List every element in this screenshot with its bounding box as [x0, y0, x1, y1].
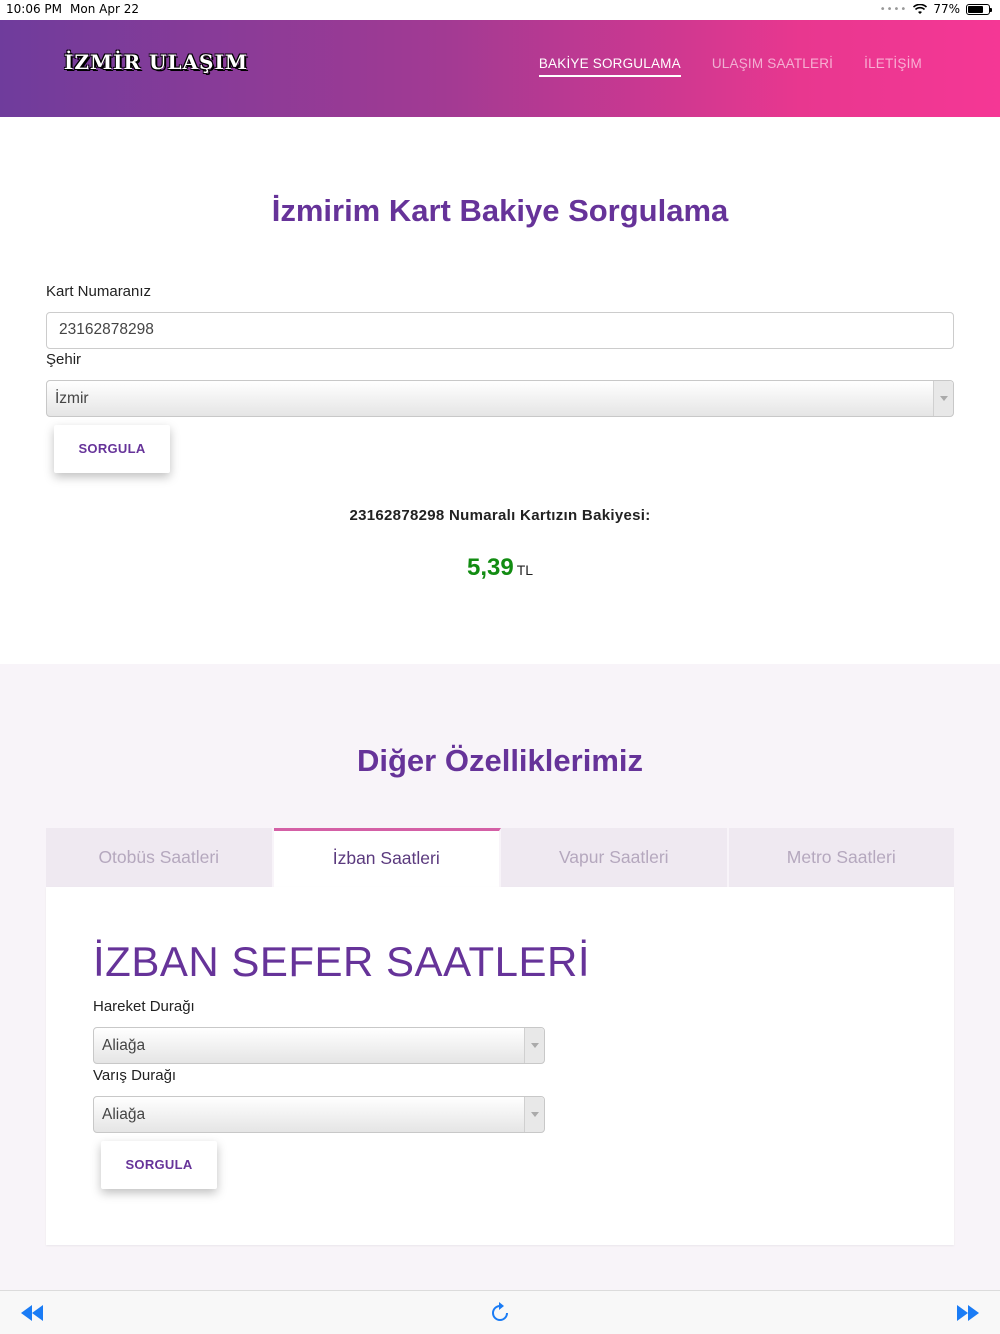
wifi-icon — [913, 3, 928, 14]
arrival-stop-label: Varış Durağı — [93, 1067, 177, 1084]
battery-percent: 77% — [933, 2, 960, 16]
tab-bus-times[interactable]: Otobüs Saatleri — [46, 828, 274, 887]
city-select-value: İzmir — [55, 390, 89, 407]
battery-icon — [966, 3, 992, 15]
balance-amount-row: 5,39 TL — [0, 554, 1000, 582]
tab-izban-times[interactable]: İzban Saatleri — [273, 828, 501, 887]
departure-stop-label: Hareket Durağı — [93, 998, 195, 1015]
page-title: İzmirim Kart Bakiye Sorgulama — [271, 193, 729, 228]
rewind-icon[interactable] — [20, 1304, 44, 1322]
status-bar: 10:06 PM Mon Apr 22 •••• 77% — [0, 0, 1000, 20]
tab-ferry-times[interactable]: Vapur Saatleri — [501, 828, 729, 887]
card-number-input[interactable]: 23162878298 — [46, 312, 954, 349]
chevron-down-icon — [933, 381, 953, 416]
balance-submit-button[interactable]: SORGULA — [54, 425, 170, 473]
city-select[interactable]: İzmir — [46, 380, 954, 417]
nav-transport-times[interactable]: ULAŞIM SAATLERİ — [712, 56, 833, 77]
nav-balance-query[interactable]: BAKİYE SORGULAMA — [538, 56, 681, 77]
browser-toolbar — [0, 1290, 1000, 1334]
arrival-stop-value: Aliağa — [102, 1106, 146, 1123]
balance-result-text: 23162878298 Numaralı Kartızın Bakiyesi: — [349, 507, 651, 524]
balance-amount: 5,39 — [466, 554, 514, 581]
departure-stop-select[interactable]: Aliağa — [93, 1027, 545, 1064]
status-right: •••• 77% — [879, 2, 992, 16]
chevron-down-icon — [524, 1028, 544, 1063]
izban-panel-title: İZBAN SEFER SAATLERİ — [93, 938, 590, 985]
departure-stop-value: Aliağa — [102, 1037, 146, 1054]
signal-icon: •••• — [879, 3, 908, 15]
chevron-down-icon — [524, 1097, 544, 1132]
main-nav: BAKİYE SORGULAMA ULAŞIM SAATLERİ İLETİŞİ… — [538, 56, 922, 77]
features-tabs: Otobüs Saatleri İzban Saatleri Vapur Saa… — [46, 828, 954, 887]
status-date: Mon Apr 22 — [70, 2, 139, 16]
city-label: Şehir — [46, 351, 82, 368]
reload-icon[interactable] — [489, 1302, 511, 1324]
header: İZMİR ULAŞIM BAKİYE SORGULAMA ULAŞIM SAA… — [0, 20, 1000, 117]
status-time: 10:06 PM — [6, 2, 62, 16]
features-title: Diğer Özelliklerimiz — [357, 743, 643, 778]
balance-currency: TL — [516, 562, 534, 578]
izban-submit-button[interactable]: SORGULA — [101, 1141, 217, 1189]
tab-metro-times[interactable]: Metro Saatleri — [728, 828, 954, 887]
logo[interactable]: İZMİR ULAŞIM — [64, 50, 248, 74]
fast-forward-icon[interactable] — [956, 1304, 980, 1322]
battery-fill — [968, 5, 983, 13]
card-number-label: Kart Numaranız — [46, 283, 152, 300]
arrival-stop-select[interactable]: Aliağa — [93, 1096, 545, 1133]
nav-contact[interactable]: İLETİŞİM — [864, 56, 922, 77]
